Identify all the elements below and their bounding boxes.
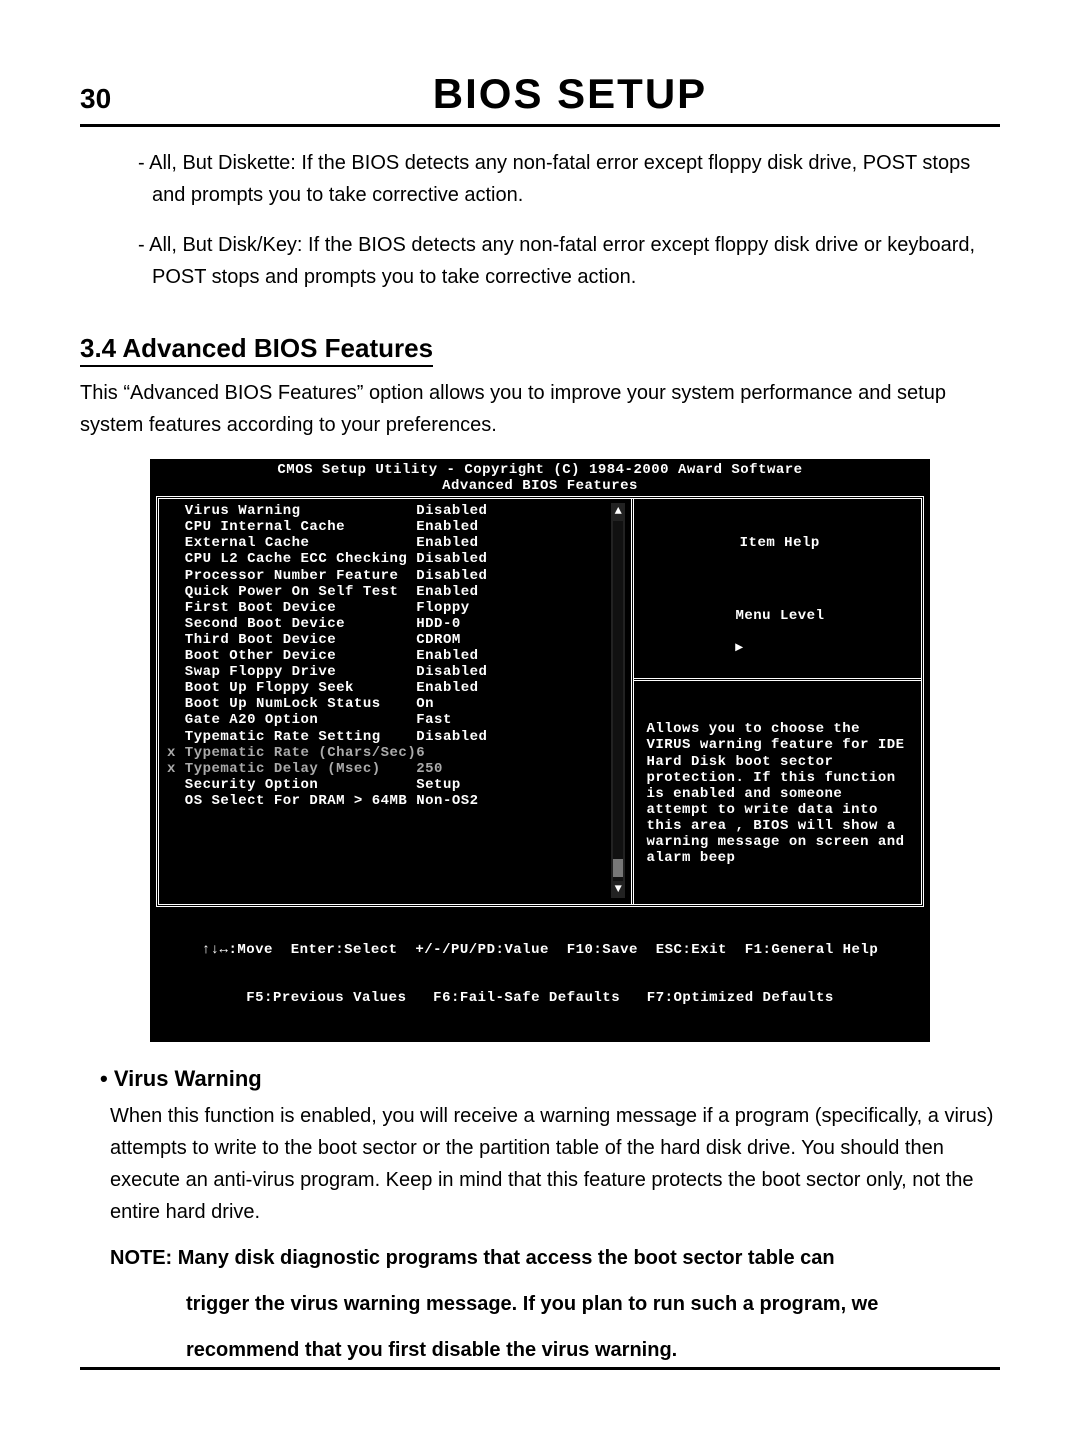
page-number: 30 xyxy=(80,83,140,115)
note-line1: NOTE: Many disk diagnostic programs that… xyxy=(110,1242,1000,1274)
intro-bullet-1-text: - All, But Diskette: If the BIOS detects… xyxy=(138,147,1000,211)
intro-bullet-1: - All, But Diskette: If the BIOS detects… xyxy=(138,147,1000,211)
section-3-4: 3.4 Advanced BIOS Features This “Advance… xyxy=(80,311,1000,441)
page: 30 BIOS SETUP - All, But Diskette: If th… xyxy=(0,0,1080,1440)
intro-bullet-2: - All, But Disk/Key: If the BIOS detects… xyxy=(138,229,1000,293)
scrollbar-thumb xyxy=(613,859,623,877)
menu-level-arrow-icon: ▸ xyxy=(735,640,743,656)
section-intro: This “Advanced BIOS Features” option all… xyxy=(80,377,1000,441)
bios-scrollbar: ▲ ▼ xyxy=(611,503,625,898)
bios-header-line2: Advanced BIOS Features xyxy=(150,478,930,494)
scroll-down-icon: ▼ xyxy=(615,883,623,897)
bios-header-line1: CMOS Setup Utility - Copyright (C) 1984-… xyxy=(150,462,930,478)
virus-warning-body: When this function is enabled, you will … xyxy=(110,1100,1000,1228)
bios-screenshot: CMOS Setup Utility - Copyright (C) 1984-… xyxy=(150,459,930,1042)
bios-footer-line2: F5:Previous Values F6:Fail-Safe Defaults… xyxy=(150,990,930,1006)
menu-level-label: Menu Level xyxy=(735,608,824,624)
note-line3: recommend that you first disable the vir… xyxy=(186,1334,1000,1366)
note-line2: trigger the virus warning message. If yo… xyxy=(186,1288,1000,1320)
bios-settings-list: Virus Warning Disabled CPU Internal Cach… xyxy=(167,503,607,898)
section-heading: 3.4 Advanced BIOS Features xyxy=(80,333,433,367)
page-title: BIOS SETUP xyxy=(140,70,1000,118)
footer-rule xyxy=(80,1367,1000,1370)
virus-warning-heading: • Virus Warning xyxy=(100,1066,1000,1092)
bios-help-text: Allows you to choose the VIRUS warning f… xyxy=(646,713,913,866)
page-header: 30 BIOS SETUP xyxy=(80,70,1000,127)
scroll-up-icon: ▲ xyxy=(615,505,623,519)
menu-level-row: Menu Level ▸ xyxy=(634,590,921,681)
intro-bullet-2-text: - All, But Disk/Key: If the BIOS detects… xyxy=(138,229,1000,293)
bios-footer-line1: ↑↓↔:Move Enter:Select +/-/PU/PD:Value F1… xyxy=(150,942,930,958)
scrollbar-track xyxy=(613,521,623,881)
item-help-label: Item Help xyxy=(646,535,913,551)
